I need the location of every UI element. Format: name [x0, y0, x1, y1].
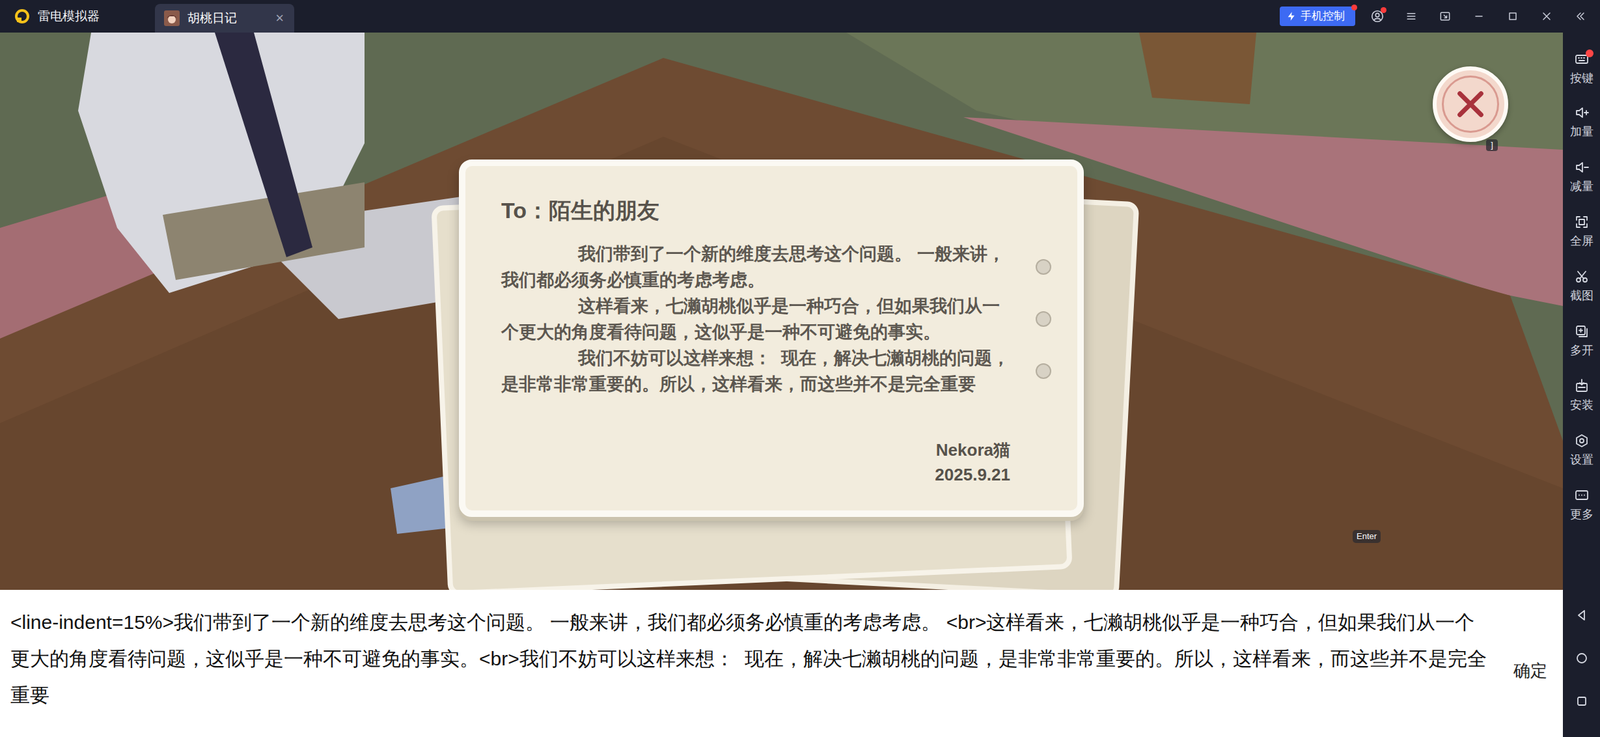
letter: To：陌生的朋友我们带到了一个新的维度去思考这个问题。 一般来讲，我们都必须务必… [432, 159, 1143, 590]
app-logo: 雷电模拟器 [14, 0, 155, 33]
letter-text: 我们带到了一个新的维度去思考这个问题。 一般来讲，我们都必须务必慎重的考虑考虑。… [501, 240, 1010, 398]
home-circle-icon [1573, 650, 1590, 666]
app-tab[interactable]: 胡桃日记 × [154, 3, 295, 33]
multi-window-icon [1573, 323, 1590, 340]
tab-strip: 胡桃日记 × [154, 0, 295, 33]
sidebar-item[interactable]: 截图 [1562, 260, 1600, 316]
screen-arrow-icon [1438, 9, 1452, 23]
letter-signature: Nekora猫 [501, 437, 1011, 463]
letter-recipient: To：陌生的朋友 [501, 197, 1058, 224]
confirm-button[interactable]: 确定 [1503, 654, 1558, 688]
tab-close[interactable]: × [275, 11, 284, 26]
sidebar-label: 全屏 [1570, 232, 1594, 250]
sidebar-item[interactable]: 安装 [1562, 369, 1600, 425]
letter-paragraph: 我们不妨可以这样来想： 现在，解决七濑胡桃的问题，是非常非常重要的。所以，这样看… [501, 344, 1010, 398]
recent-button[interactable] [1562, 679, 1600, 723]
scissors-icon [1573, 268, 1590, 285]
close-icon [1540, 9, 1554, 23]
sidebar-item[interactable]: 设置 [1562, 424, 1600, 480]
back-triangle-icon [1573, 607, 1590, 623]
letter-paragraph: 这样看来，七濑胡桃似乎是一种巧合，但如果我们从一个更大的角度看待问题，这似乎是一… [501, 292, 1010, 345]
maximize-icon [1506, 9, 1520, 23]
home-button[interactable] [1562, 636, 1600, 680]
recent-square-icon [1573, 693, 1590, 709]
sidebar: 按键加量减量全屏截图多开安装设置更多 [1562, 32, 1600, 737]
fullscreen-icon [1573, 214, 1590, 230]
game-avatar-icon [164, 10, 180, 27]
sidebar-label: 减量 [1570, 177, 1594, 196]
input-text[interactable]: <line-indent=15%>我们带到了一个新的维度去思考这个问题。 一般来… [10, 604, 1490, 714]
app-name: 雷电模拟器 [37, 7, 100, 27]
collapse-sidebar-button[interactable] [1568, 4, 1593, 28]
lightning-icon [1286, 11, 1297, 22]
letter-date: 2025.9.21 [501, 462, 1011, 487]
sidebar-label: 安装 [1570, 396, 1594, 414]
sidebar-label: 按键 [1570, 69, 1594, 88]
screen-mode-button[interactable] [1433, 4, 1457, 28]
ldplayer-logo-icon [14, 8, 30, 25]
sidebar-label: 更多 [1570, 505, 1594, 524]
ring-hole [1035, 259, 1052, 275]
sidebar-item[interactable]: 全屏 [1562, 205, 1600, 261]
letter-paragraph: 我们带到了一个新的维度去思考这个问题。 一般来讲，我们都必须务必慎重的考虑考虑。 [501, 240, 1010, 293]
x-icon [1452, 85, 1489, 123]
sidebar-item[interactable]: 多开 [1562, 315, 1600, 370]
maximize-button[interactable] [1501, 4, 1525, 28]
ring-hole [1035, 311, 1052, 327]
minimize-icon [1472, 9, 1486, 23]
menu-icon [1404, 9, 1418, 23]
volume-down-icon [1573, 159, 1590, 176]
sidebar-item[interactable]: 按键 [1562, 41, 1600, 97]
phone-control-label: 手机控制 [1300, 7, 1345, 25]
back-button[interactable] [1562, 593, 1600, 637]
volume-up-icon [1573, 104, 1590, 121]
notification-dot [1351, 4, 1358, 11]
title-bar: 雷电模拟器 胡桃日记 × 手机控制 [0, 0, 1600, 33]
double-chevron-icon [1573, 9, 1587, 23]
close-window-button[interactable] [1534, 4, 1559, 28]
account-button[interactable] [1365, 4, 1390, 28]
more-icon [1573, 487, 1590, 504]
account-dot [1380, 7, 1387, 14]
letter-card: To：陌生的朋友我们带到了一个新的维度去思考这个问题。 一般来讲，我们都必须务必… [458, 159, 1084, 517]
sidebar-item[interactable]: 更多 [1562, 479, 1600, 534]
alert-badge [1585, 49, 1594, 58]
gear-icon [1573, 432, 1590, 449]
sidebar-label: 设置 [1570, 451, 1594, 469]
menu-button[interactable] [1399, 4, 1423, 28]
sidebar-item[interactable]: 减量 [1562, 151, 1600, 206]
text-input-panel: <line-indent=15%>我们带到了一个新的维度去思考这个问题。 一般来… [0, 589, 1563, 737]
tab-label: 胡桃日记 [187, 9, 237, 28]
sidebar-label: 截图 [1570, 287, 1594, 305]
sidebar-label: 加量 [1570, 123, 1594, 141]
sidebar-label: 多开 [1570, 341, 1594, 360]
game-view[interactable]: To：陌生的朋友我们带到了一个新的维度去思考这个问题。 一般来讲，我们都必须务必… [0, 32, 1563, 590]
minimize-button[interactable] [1467, 4, 1491, 28]
apk-install-icon [1573, 378, 1590, 394]
key-hint: ] [1486, 139, 1498, 152]
ring-hole [1035, 363, 1052, 379]
phone-control-button[interactable]: 手机控制 [1279, 6, 1356, 27]
enter-key-hint: Enter [1352, 529, 1381, 543]
sidebar-item[interactable]: 加量 [1562, 96, 1600, 152]
close-letter-button[interactable] [1432, 66, 1509, 142]
